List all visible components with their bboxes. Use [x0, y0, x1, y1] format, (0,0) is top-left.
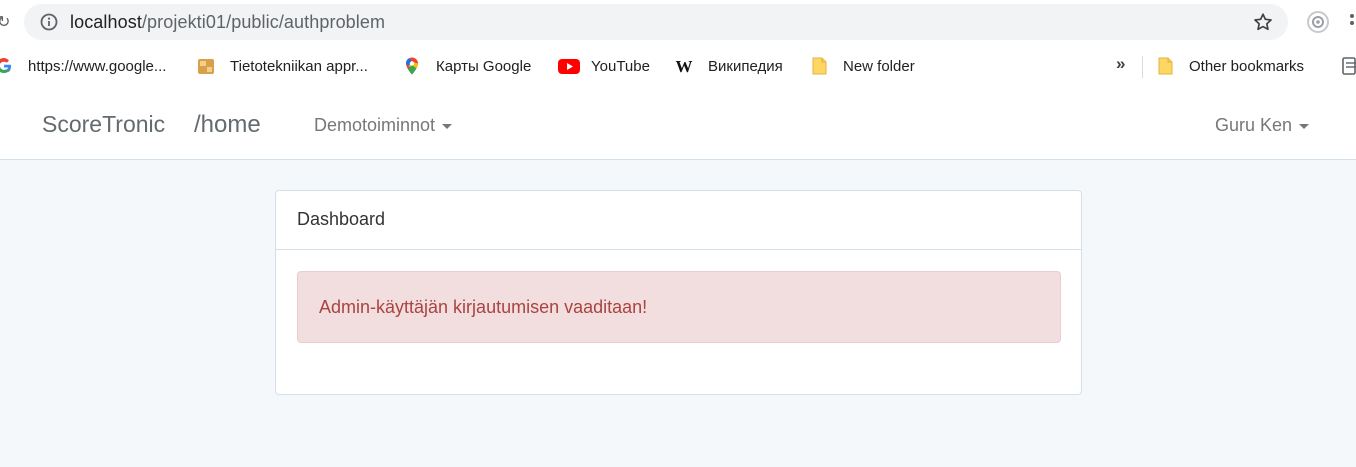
folder-icon [1158, 57, 1173, 75]
app-navbar: ScoreTronic /home Demotoiminnot Guru Ken [0, 88, 1356, 160]
bookmark-karty-google[interactable]: Карты Google [402, 54, 531, 78]
address-bar[interactable]: localhost/projekti01/public/authproblem [24, 4, 1288, 40]
caret-down-icon [442, 123, 453, 129]
user-name: Guru Ken [1215, 115, 1293, 135]
dropdown-label: Demotoiminnot [314, 115, 436, 135]
bookmark-label: https://www.google... [28, 57, 167, 75]
browser-menu-icon[interactable] [1348, 14, 1356, 32]
extension-icon[interactable] [1306, 10, 1330, 34]
bookmarks-separator [1142, 56, 1143, 78]
youtube-icon [558, 59, 580, 74]
info-icon[interactable] [40, 13, 58, 31]
maps-pin-icon [406, 57, 418, 75]
bookmark-wikipedia[interactable]: W Википедия [674, 54, 783, 78]
other-bookmarks-label: Other bookmarks [1189, 57, 1305, 75]
folder-icon [812, 57, 827, 75]
url-host: localhost [70, 12, 142, 32]
brand-link[interactable]: ScoreTronic [42, 111, 165, 138]
url-path: /projekti01/public/authproblem [141, 12, 386, 32]
demotoiminnot-dropdown[interactable]: Demotoiminnot [314, 115, 453, 136]
bookmark-youtube[interactable]: YouTube [558, 54, 650, 78]
url-text[interactable]: localhost/projekti01/public/authproblem [70, 12, 385, 33]
caret-down-icon [1299, 123, 1310, 129]
bookmark-label: YouTube [591, 57, 650, 75]
bookmark-tietotekniikan[interactable]: Tietotekniikan appr... [196, 54, 368, 78]
bookmark-label: Tietotekniikan appr... [230, 57, 368, 75]
google-icon [0, 58, 11, 74]
more-bookmarks-button[interactable]: » [1116, 54, 1125, 74]
bookmark-google[interactable]: https://www.google... [0, 54, 166, 78]
reading-list-icon[interactable] [1342, 56, 1356, 76]
bookmark-label: New folder [843, 57, 915, 75]
dashboard-card: Dashboard Admin-käyttäjän kirjautumisen … [275, 190, 1082, 395]
alert-danger: Admin-käyttäjän kirjautumisen vaaditaan! [297, 271, 1061, 343]
bookmarks-bar: https://www.google... Tietotekniikan app… [0, 50, 1356, 82]
other-bookmarks[interactable]: Other bookmarks [1156, 54, 1304, 78]
browser-chrome: ↻ localhost/projekti01/public/authproble… [0, 0, 1356, 88]
bookmark-star-icon[interactable] [1252, 11, 1274, 33]
user-dropdown[interactable]: Guru Ken [1215, 115, 1310, 136]
card-title: Dashboard [276, 191, 1081, 250]
bookmark-label: Википедия [708, 57, 783, 75]
puzzle-icon [198, 59, 214, 74]
svg-text:W: W [676, 57, 693, 76]
home-path-link[interactable]: /home [194, 111, 261, 139]
bookmark-new-folder[interactable]: New folder [810, 54, 915, 78]
reload-icon[interactable]: ↻ [0, 12, 10, 32]
wikipedia-icon: W [676, 57, 693, 76]
bookmark-label: Карты Google [436, 57, 532, 75]
